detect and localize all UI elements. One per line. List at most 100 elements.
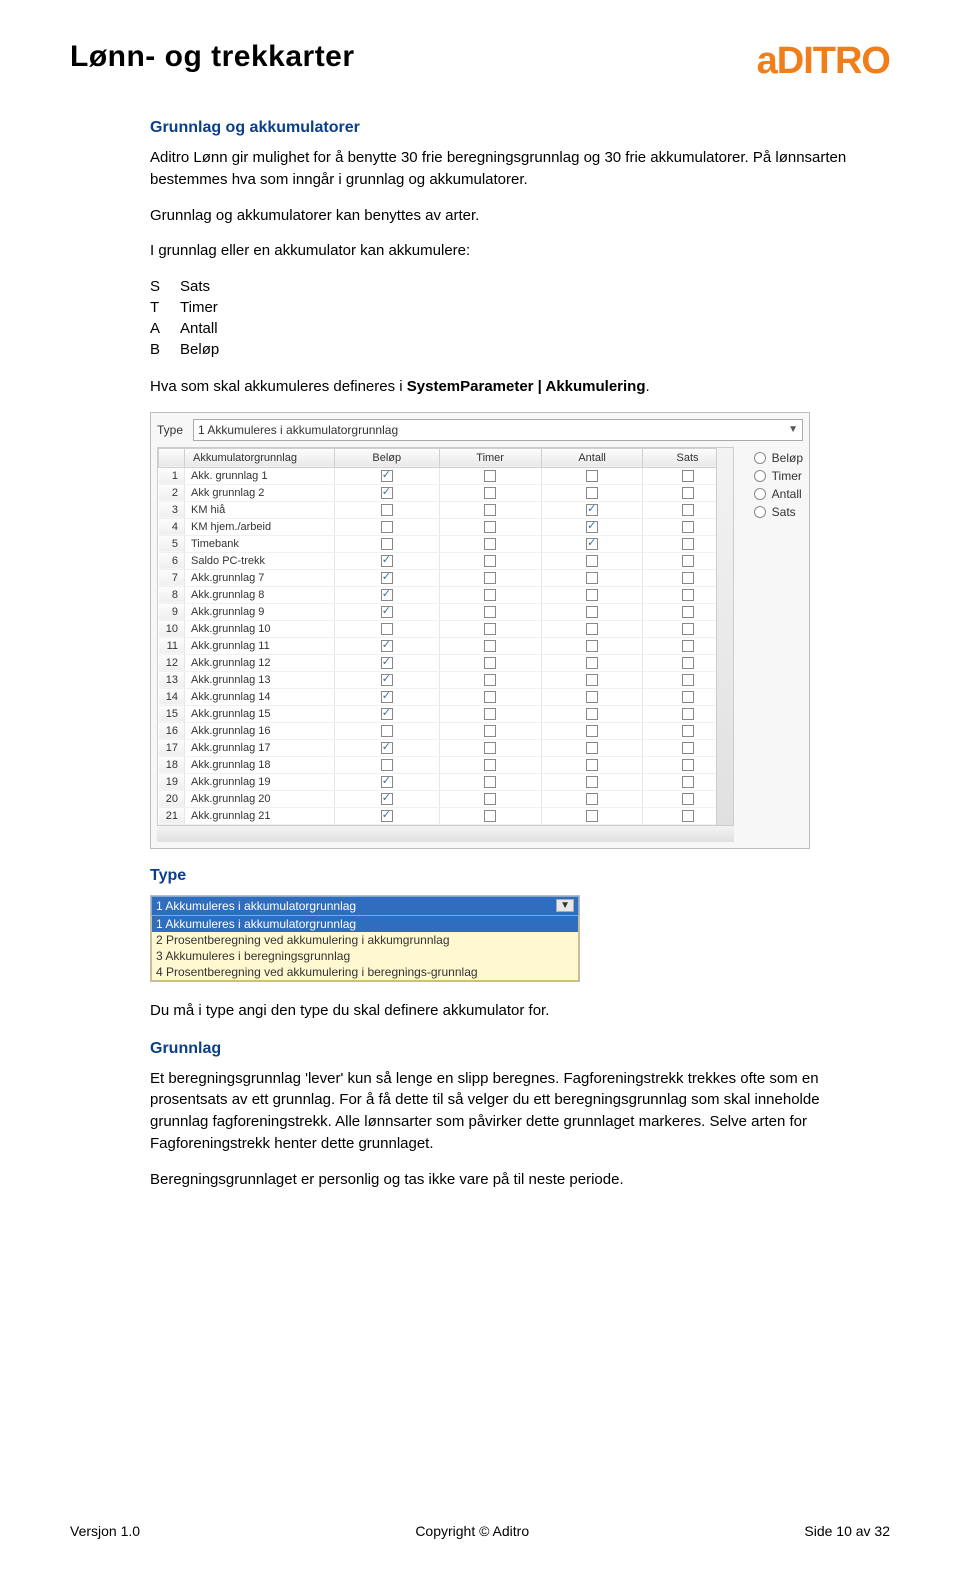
- checkbox[interactable]: [381, 521, 393, 533]
- checkbox[interactable]: [381, 691, 393, 703]
- table-row[interactable]: 9Akk.grunnlag 9: [159, 603, 733, 620]
- table-row[interactable]: 1Akk. grunnlag 1: [159, 467, 733, 484]
- checkbox[interactable]: [682, 759, 694, 771]
- checkbox[interactable]: [484, 470, 496, 482]
- checkbox[interactable]: [682, 691, 694, 703]
- dropdown-option[interactable]: 1 Akkumuleres i akkumulatorgrunnlag: [152, 916, 578, 932]
- checkbox[interactable]: [682, 674, 694, 686]
- radio-option[interactable]: Timer: [754, 469, 803, 483]
- dropdown-list[interactable]: 1 Akkumuleres i akkumulatorgrunnlag2 Pro…: [151, 916, 579, 981]
- checkbox[interactable]: [682, 470, 694, 482]
- checkbox[interactable]: [682, 640, 694, 652]
- checkbox[interactable]: [484, 589, 496, 601]
- checkbox[interactable]: [484, 606, 496, 618]
- checkbox[interactable]: [381, 504, 393, 516]
- table-row[interactable]: 7Akk.grunnlag 7: [159, 569, 733, 586]
- checkbox[interactable]: [484, 725, 496, 737]
- checkbox[interactable]: [484, 708, 496, 720]
- checkbox[interactable]: [682, 742, 694, 754]
- checkbox[interactable]: [682, 725, 694, 737]
- checkbox[interactable]: [586, 504, 598, 516]
- checkbox[interactable]: [381, 725, 393, 737]
- checkbox[interactable]: [682, 657, 694, 669]
- checkbox[interactable]: [484, 657, 496, 669]
- radio-option[interactable]: Beløp: [754, 451, 803, 465]
- checkbox[interactable]: [484, 487, 496, 499]
- horizontal-scrollbar[interactable]: [157, 825, 734, 842]
- checkbox[interactable]: [682, 589, 694, 601]
- checkbox[interactable]: [586, 572, 598, 584]
- checkbox[interactable]: [381, 470, 393, 482]
- table-row[interactable]: 21Akk.grunnlag 21: [159, 807, 733, 824]
- checkbox[interactable]: [586, 776, 598, 788]
- checkbox[interactable]: [682, 538, 694, 550]
- checkbox[interactable]: [381, 759, 393, 771]
- table-row[interactable]: 5Timebank: [159, 535, 733, 552]
- akkumulator-grid[interactable]: AkkumulatorgrunnlagBeløpTimerAntallSats1…: [157, 447, 734, 826]
- checkbox[interactable]: [682, 776, 694, 788]
- checkbox[interactable]: [484, 572, 496, 584]
- checkbox[interactable]: [381, 555, 393, 567]
- checkbox[interactable]: [484, 555, 496, 567]
- type-dropdown[interactable]: 1 Akkumuleres i akkumulatorgrunnlag ▼: [193, 419, 803, 441]
- radio-option[interactable]: Sats: [754, 505, 803, 519]
- checkbox[interactable]: [484, 521, 496, 533]
- checkbox[interactable]: [682, 504, 694, 516]
- table-row[interactable]: 17Akk.grunnlag 17: [159, 739, 733, 756]
- checkbox[interactable]: [586, 810, 598, 822]
- checkbox[interactable]: [484, 674, 496, 686]
- table-row[interactable]: 18Akk.grunnlag 18: [159, 756, 733, 773]
- checkbox[interactable]: [586, 521, 598, 533]
- dropdown-option[interactable]: 3 Akkumuleres i beregningsgrunnlag: [152, 948, 578, 964]
- radio-option[interactable]: Antall: [754, 487, 803, 501]
- checkbox[interactable]: [682, 555, 694, 567]
- checkbox[interactable]: [381, 606, 393, 618]
- dropdown-option[interactable]: 2 Prosentberegning ved akkumulering i ak…: [152, 932, 578, 948]
- checkbox[interactable]: [586, 555, 598, 567]
- checkbox[interactable]: [381, 776, 393, 788]
- checkbox[interactable]: [586, 742, 598, 754]
- table-row[interactable]: 3KM hiå: [159, 501, 733, 518]
- dropdown-option[interactable]: 4 Prosentberegning ved akkumulering i be…: [152, 964, 578, 980]
- checkbox[interactable]: [484, 810, 496, 822]
- checkbox[interactable]: [682, 572, 694, 584]
- table-row[interactable]: 4KM hjem./arbeid: [159, 518, 733, 535]
- checkbox[interactable]: [682, 606, 694, 618]
- checkbox[interactable]: [381, 742, 393, 754]
- table-row[interactable]: 8Akk.grunnlag 8: [159, 586, 733, 603]
- table-row[interactable]: 15Akk.grunnlag 15: [159, 705, 733, 722]
- table-row[interactable]: 13Akk.grunnlag 13: [159, 671, 733, 688]
- checkbox[interactable]: [484, 623, 496, 635]
- checkbox[interactable]: [586, 657, 598, 669]
- checkbox[interactable]: [586, 708, 598, 720]
- checkbox[interactable]: [381, 810, 393, 822]
- checkbox[interactable]: [484, 640, 496, 652]
- checkbox[interactable]: [682, 521, 694, 533]
- checkbox[interactable]: [484, 691, 496, 703]
- checkbox[interactable]: [381, 623, 393, 635]
- checkbox[interactable]: [586, 691, 598, 703]
- checkbox[interactable]: [484, 742, 496, 754]
- checkbox[interactable]: [381, 487, 393, 499]
- table-row[interactable]: 20Akk.grunnlag 20: [159, 790, 733, 807]
- table-row[interactable]: 14Akk.grunnlag 14: [159, 688, 733, 705]
- checkbox[interactable]: [381, 708, 393, 720]
- checkbox[interactable]: [682, 623, 694, 635]
- checkbox[interactable]: [586, 674, 598, 686]
- table-row[interactable]: 6Saldo PC-trekk: [159, 552, 733, 569]
- dropdown-selected[interactable]: 1 Akkumuleres i akkumulatorgrunnlag ▼: [151, 896, 579, 916]
- checkbox[interactable]: [586, 640, 598, 652]
- checkbox[interactable]: [586, 538, 598, 550]
- checkbox[interactable]: [682, 708, 694, 720]
- table-row[interactable]: 10Akk.grunnlag 10: [159, 620, 733, 637]
- checkbox[interactable]: [484, 759, 496, 771]
- vertical-scrollbar[interactable]: [716, 448, 733, 825]
- checkbox[interactable]: [381, 640, 393, 652]
- checkbox[interactable]: [586, 725, 598, 737]
- checkbox[interactable]: [586, 759, 598, 771]
- checkbox[interactable]: [484, 504, 496, 516]
- checkbox[interactable]: [586, 589, 598, 601]
- checkbox[interactable]: [381, 589, 393, 601]
- checkbox[interactable]: [381, 538, 393, 550]
- checkbox[interactable]: [381, 572, 393, 584]
